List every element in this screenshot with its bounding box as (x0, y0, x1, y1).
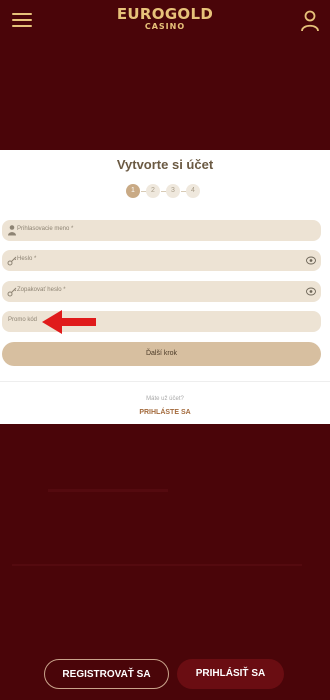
eye-icon[interactable] (306, 287, 316, 296)
form-title: Vytvorte si účet (116, 157, 214, 172)
eye-icon[interactable] (306, 256, 316, 265)
step-4: 4 (186, 184, 200, 198)
hamburger-icon[interactable] (12, 12, 32, 28)
logo-sub-text: CASINO (144, 22, 186, 31)
top-header: EUROGOLD CASINO (0, 0, 330, 42)
login-button[interactable]: PRIHLÁSIŤ SA (177, 659, 284, 689)
repeat-password-placeholder: Zopakovať heslo * (17, 287, 66, 293)
login-link[interactable]: PRIHLÁSTE SA (0, 409, 330, 416)
registration-panel: Vytvorte si účet 1 2 3 4 Prihlasovacie m… (0, 150, 330, 424)
password-placeholder: Heslo * (17, 256, 37, 262)
user-field-icon (8, 225, 16, 236)
have-account-text: Máte už účet? (146, 396, 184, 402)
logo-main-text: EUROGOLD (116, 5, 214, 23)
key-icon (7, 287, 17, 297)
faded-background-text (12, 560, 312, 570)
repeat-password-field[interactable]: Zopakovať heslo * (2, 281, 321, 302)
faded-background-text (48, 484, 178, 498)
step-2: 2 (146, 184, 160, 198)
register-button[interactable]: REGISTROVAŤ SA (44, 659, 169, 689)
username-placeholder: Prihlasovacie meno * (17, 226, 74, 232)
user-icon[interactable] (300, 10, 320, 32)
username-field[interactable]: Prihlasovacie meno * (2, 220, 321, 241)
key-icon (7, 256, 17, 266)
step-1: 1 (126, 184, 140, 198)
promo-placeholder: Promo kód (8, 317, 38, 323)
next-step-button[interactable]: Ďalší krok (2, 342, 321, 366)
red-arrow-icon (42, 310, 96, 334)
step-3: 3 (166, 184, 180, 198)
eurogold-logo[interactable]: EUROGOLD CASINO (115, 6, 215, 32)
divider (0, 381, 330, 382)
password-field[interactable]: Heslo * (2, 250, 321, 271)
